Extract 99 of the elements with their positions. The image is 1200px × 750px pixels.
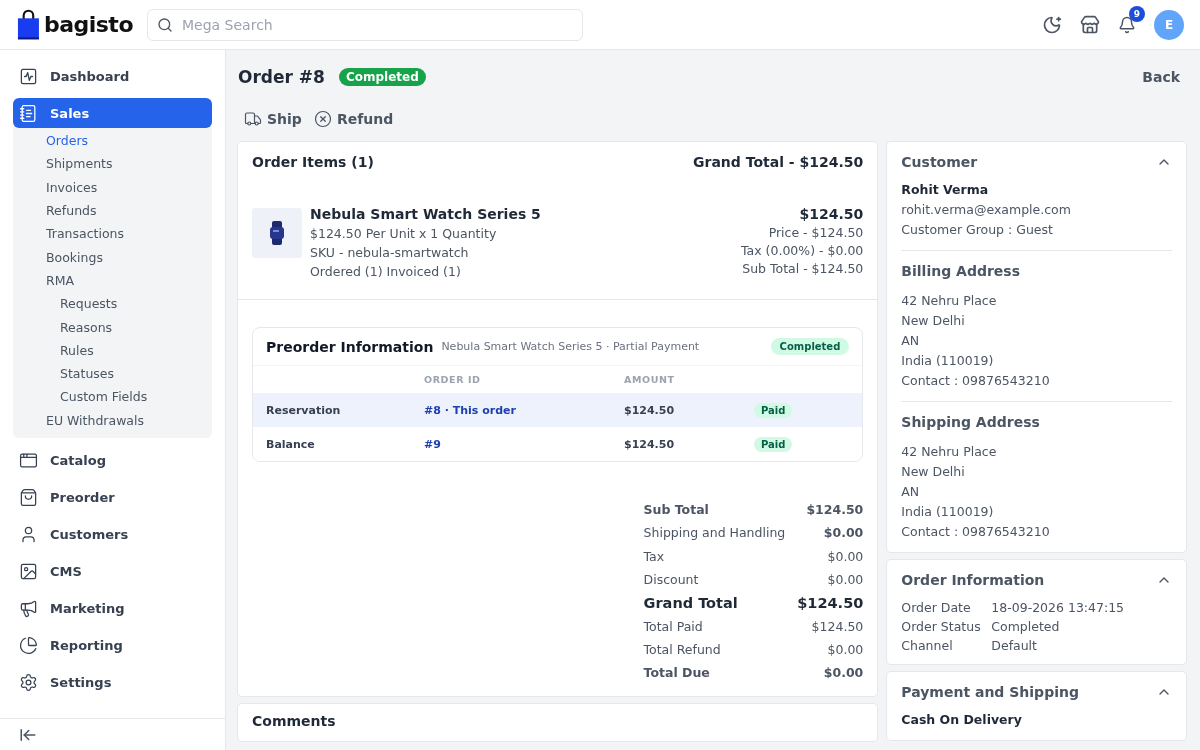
price-detail: Sub Total - $124.50 (742, 261, 864, 276)
action-button[interactable]: Ship (244, 110, 302, 128)
total-value: $124.50 (797, 593, 864, 613)
logo-icon (17, 8, 40, 41)
address-line: New Delhi (901, 464, 966, 480)
address-line: 42 Nehru Place (901, 293, 998, 309)
paid-badge: Paid (754, 402, 793, 418)
item-total: $124.50 (799, 206, 864, 222)
total-value: $0.00 (826, 547, 864, 566)
section-title: Billing Address (901, 263, 1021, 279)
info-value: 18-09-2026 13:47:15 (991, 600, 1126, 616)
product-name: Nebula Smart Watch Series 5 (310, 206, 542, 222)
table-cell: Reservation (253, 393, 424, 427)
page-title: Order #8 (238, 67, 325, 87)
panel-title: Preorder Information (266, 338, 434, 355)
address-line: AN (901, 484, 921, 500)
sidebar-item[interactable]: CMS (13, 552, 212, 590)
total-label: Total Paid (643, 617, 704, 636)
card-title: Customer (901, 154, 978, 170)
price-detail: Price - $124.50 (768, 225, 864, 240)
submenu-item[interactable]: Bookings (13, 245, 212, 269)
notification-count: 9 (1129, 5, 1145, 22)
total-value: $0.00 (826, 571, 864, 590)
bell-icon[interactable] (1118, 15, 1136, 34)
action-button[interactable]: Refund (313, 110, 394, 128)
submenu-item[interactable]: Transactions (13, 222, 212, 246)
circle-x-icon (313, 110, 332, 128)
status-badge: Completed (770, 338, 850, 355)
status-badge: Completed (338, 68, 426, 86)
submenu-item[interactable]: Orders (13, 129, 212, 153)
info-label: Order Date (901, 600, 972, 616)
address-line: Contact : 09876543210 (901, 524, 1051, 540)
submenu-item[interactable]: Invoices (13, 175, 212, 199)
product-detail: SKU - nebula-smartwatch (310, 245, 470, 260)
total-label: Discount (643, 571, 700, 590)
address-line: 42 Nehru Place (901, 444, 998, 460)
sidebar-item[interactable]: Catalog (13, 441, 212, 479)
price-detail: Tax (0.00%) - $0.00 (741, 243, 864, 258)
total-label: Total Refund (643, 640, 722, 659)
customer-name: Rohit Verma (901, 182, 990, 198)
address-line: AN (901, 333, 921, 349)
total-label: Total Due (643, 664, 711, 683)
info-label: Channel (901, 638, 954, 654)
submenu-item[interactable]: Reasons (13, 315, 212, 339)
card-title: Payment and Shipping (901, 684, 1079, 700)
address-line: Contact : 09876543210 (901, 373, 1051, 389)
search-field[interactable]: Mega Search (147, 8, 583, 41)
submenu-item[interactable]: Rules (13, 338, 212, 362)
grand-total: Grand Total - $124.50 (693, 154, 864, 170)
column-header: ORDER ID (424, 373, 482, 387)
sidebar-item[interactable]: Sales (13, 98, 212, 128)
moon-icon[interactable] (1042, 14, 1062, 35)
info-label: Order Status (901, 619, 982, 635)
payment-method: Cash On Delivery (901, 712, 1023, 728)
submenu-item[interactable]: Custom Fields (13, 385, 212, 409)
submenu-item[interactable]: RMA (13, 268, 212, 293)
customer-group: Customer Group : Guest (901, 222, 1172, 238)
table-cell: $124.50 (624, 393, 754, 427)
paid-badge: Paid (754, 436, 793, 452)
panel-subtitle: Nebula Smart Watch Series 5 · Partial Payment (441, 340, 701, 353)
address-line: New Delhi (901, 313, 966, 329)
card-title: Order Items (1) (252, 154, 374, 170)
total-value: $0.00 (822, 664, 864, 683)
submenu-item[interactable]: Requests (13, 292, 212, 316)
total-value: $124.50 (810, 617, 864, 636)
address-line: India (110019) (901, 504, 995, 520)
total-value: $124.50 (805, 501, 864, 520)
submenu-item[interactable]: EU Withdrawals (13, 408, 212, 432)
card-title: Comments (252, 713, 336, 730)
brand-name: bagisto (43, 12, 133, 37)
submenu-item[interactable]: Refunds (13, 198, 212, 223)
product-detail: $124.50 Per Unit x 1 Quantity (310, 226, 498, 241)
total-value: $0.00 (822, 524, 864, 543)
store-icon[interactable] (1080, 14, 1100, 35)
info-value: Completed (991, 619, 1061, 635)
customer-email: rohit.verma@example.com (901, 202, 1072, 218)
column-header: AMOUNT (624, 373, 676, 387)
product-detail: Ordered (1) Invoiced (1) (310, 264, 462, 279)
truck-icon (244, 110, 262, 128)
sidebar-item[interactable]: Marketing (13, 589, 212, 627)
sidebar-item[interactable]: Dashboard (13, 58, 212, 95)
back-button[interactable]: Back (1136, 68, 1186, 86)
sidebar-item[interactable]: Customers (13, 515, 212, 553)
search-icon (157, 16, 173, 33)
address-line: India (110019) (901, 353, 995, 369)
total-value: $0.00 (826, 640, 864, 659)
section-title: Shipping Address (901, 414, 1041, 430)
total-label: Shipping and Handling (643, 524, 786, 543)
sidebar-item[interactable]: Preorder (13, 478, 212, 516)
sidebar-item[interactable]: Reporting (13, 626, 212, 664)
total-label: Grand Total (643, 593, 739, 613)
submenu-item[interactable]: Shipments (13, 152, 212, 176)
info-value: Default (991, 638, 1038, 654)
total-label: Tax (643, 547, 666, 566)
order-link[interactable]: #8 · This order (424, 393, 624, 427)
total-label: Sub Total (643, 501, 710, 520)
submenu-item[interactable]: Statuses (13, 361, 212, 386)
sidebar-item[interactable]: Settings (13, 663, 212, 701)
card-title: Order Information (901, 572, 1045, 588)
